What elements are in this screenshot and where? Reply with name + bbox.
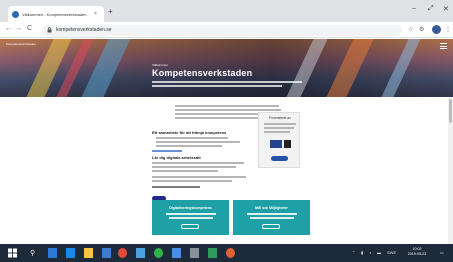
hero-banner: Kompetensverkstaden Välkommen Kompetensv… <box>0 39 453 97</box>
body-text-line <box>152 176 246 178</box>
text-link[interactable] <box>152 150 182 152</box>
section-heading: Ett samarbete för att främja kompetens <box>152 130 227 135</box>
app-icon[interactable] <box>226 248 235 258</box>
panel-button[interactable] <box>181 224 199 229</box>
browser-toolbar: ← → C kompetensverkstaden.se ☆ ⚙ ⋮ <box>0 22 453 38</box>
site-logo-text[interactable]: Kompetensverkstaden <box>6 42 36 46</box>
battery-icon[interactable]: ▬ <box>377 250 381 255</box>
bullet-text-line <box>156 141 240 143</box>
reload-button[interactable]: C <box>27 25 32 32</box>
hero-image-stripe <box>286 39 328 97</box>
system-clock[interactable]: 10:02 2019-05-23 <box>403 247 431 257</box>
panel-text-line <box>247 213 297 215</box>
panel-button[interactable] <box>262 224 280 229</box>
windows-start-icon[interactable] <box>8 248 17 258</box>
menu-icon[interactable]: ⋮ <box>445 26 451 33</box>
hero-text-line <box>152 81 302 83</box>
section-heading: Lär dig digitala arbetssätt <box>152 155 201 160</box>
app-icon[interactable] <box>208 248 217 258</box>
body-text-line <box>152 162 244 164</box>
volume-icon[interactable]: ◖ <box>369 250 371 255</box>
fund-logo-icon <box>284 140 291 148</box>
hero-image-stripe <box>381 39 421 97</box>
card-button[interactable] <box>271 156 288 161</box>
panel-text-line <box>250 217 294 219</box>
intro-text-line <box>175 109 281 111</box>
forward-button[interactable]: → <box>15 25 22 32</box>
tray-chevron-icon[interactable]: ⌃ <box>352 250 355 255</box>
tab-close-button[interactable]: × <box>94 11 97 17</box>
hamburger-menu-icon[interactable] <box>440 43 447 49</box>
panel-title: Mål och Möjligheter <box>255 206 288 210</box>
browser-tab[interactable]: Välkommen - Kompetensverkstaden × <box>8 6 104 22</box>
card-text-line <box>264 127 294 129</box>
body-text-line <box>152 180 232 182</box>
card-text-line <box>264 123 296 125</box>
chrome-icon[interactable] <box>118 248 127 258</box>
app-icon[interactable] <box>154 248 163 258</box>
tab-strip: Välkommen - Kompetensverkstaden × + – ⤢ … <box>0 0 453 22</box>
card-title: Finansierat av <box>269 116 291 120</box>
back-button[interactable]: ← <box>5 25 12 32</box>
eu-flag-icon <box>270 140 282 148</box>
main-content: Ett samarbete för att främja kompetens L… <box>0 97 453 244</box>
bullet-text-line <box>156 137 228 139</box>
new-tab-button[interactable]: + <box>108 7 113 17</box>
bullet-text-line <box>156 145 222 147</box>
body-text-line <box>152 166 236 168</box>
hero-kicker: Välkommen <box>152 63 168 67</box>
body-text-line <box>152 170 218 172</box>
panel-text-line <box>169 217 213 219</box>
close-window-button[interactable]: ✕ <box>443 5 449 13</box>
page-scrollbar[interactable] <box>448 97 453 244</box>
intro-text-line <box>175 117 265 119</box>
panel-text-line <box>166 213 216 215</box>
file-explorer-icon[interactable] <box>84 248 93 258</box>
address-bar[interactable]: kompetensverkstaden.se <box>42 25 402 36</box>
panel-digitalisering[interactable]: Digitaliseringskompetens <box>152 200 229 235</box>
card-text-line <box>264 131 290 133</box>
windows-taskbar: ⚲ ⌃ ▮ ◖ ▬ SWE 10:02 2019-05-23 ▭ <box>0 244 453 262</box>
panel-title: Digitaliseringskompetens <box>169 206 212 210</box>
url-text: kompetensverkstaden.se <box>56 27 112 33</box>
search-icon[interactable]: ⚲ <box>30 249 35 257</box>
restore-button[interactable]: ⤢ <box>428 5 434 13</box>
hero-text-line <box>152 85 282 87</box>
language-indicator[interactable]: SWE <box>387 250 396 255</box>
star-icon[interactable]: ☆ <box>408 26 413 33</box>
panel-mal[interactable]: Mål och Möjligheter <box>233 200 310 235</box>
extension-icon[interactable]: ⚙ <box>419 26 424 33</box>
task-view-icon[interactable] <box>48 248 57 258</box>
app-icon[interactable] <box>172 248 181 258</box>
edge-browser-icon[interactable] <box>66 248 75 258</box>
browser-window: Välkommen - Kompetensverkstaden × + – ⤢ … <box>0 0 453 262</box>
intro-text-line <box>175 105 279 107</box>
bold-text-line <box>152 186 200 188</box>
lock-icon <box>47 27 52 33</box>
hero-image-stripe <box>326 39 374 97</box>
minimize-button[interactable]: – <box>412 5 416 12</box>
network-icon[interactable]: ▮ <box>361 250 363 255</box>
funding-card: Finansierat av <box>258 112 300 168</box>
web-page: Kompetensverkstaden Välkommen Kompetensv… <box>0 39 453 244</box>
favicon-icon <box>12 10 19 18</box>
scrollbar-thumb[interactable] <box>449 99 452 123</box>
profile-avatar[interactable] <box>432 25 441 34</box>
clock-date: 2019-05-23 <box>407 252 427 256</box>
tab-title: Välkommen - Kompetensverkstaden <box>22 11 87 17</box>
app-icon[interactable] <box>190 248 199 258</box>
app-icon[interactable] <box>136 248 145 258</box>
hero-title: Kompetensverkstaden <box>152 68 253 78</box>
mail-icon[interactable] <box>102 248 111 258</box>
notifications-icon[interactable]: ▭ <box>440 250 444 255</box>
